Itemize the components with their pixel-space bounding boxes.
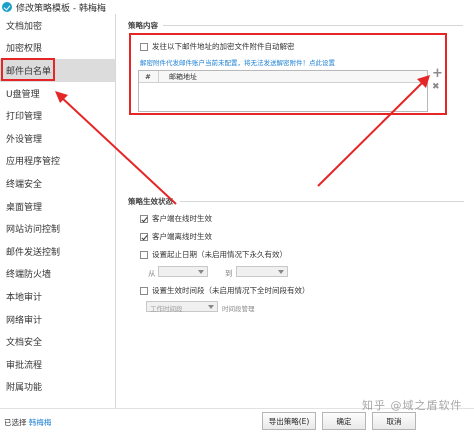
offline-effective-checkbox[interactable]	[140, 232, 148, 241]
sidebar-item-print-management[interactable]: 打印管理	[0, 104, 115, 127]
sidebar-item-label: 终端防火墙	[6, 270, 52, 281]
sidebar-item-label: 文档安全	[6, 338, 43, 349]
selected-user-status: 已选择 韩梅梅	[4, 417, 51, 428]
time-period-manage-link: 时间段管理	[222, 305, 255, 313]
sidebar-item-extra-functions[interactable]: 附属功能	[0, 376, 115, 399]
sidebar-item-label: 终端安全	[6, 179, 43, 190]
online-effective-label: 客户端在线时生效	[152, 214, 212, 223]
sidebar-item-desktop-management[interactable]: 桌面管理	[0, 195, 115, 218]
section-divider	[163, 25, 463, 26]
sidebar-item-label: 加密权限	[6, 44, 43, 55]
time-range-checkbox[interactable]	[140, 286, 148, 295]
sidebar-item-usb-management[interactable]: U盘管理	[0, 82, 115, 105]
start-date-select	[158, 266, 208, 277]
end-date-select	[236, 266, 288, 277]
sidebar-item-network-audit[interactable]: 网络审计	[0, 308, 115, 331]
sidebar-item-label: 附属功能	[6, 383, 43, 394]
title-bar: 修改策略模板 - 韩梅梅	[0, 0, 474, 14]
online-effective-option[interactable]: 客户端在线时生效	[140, 213, 212, 224]
sidebar-item-firewall[interactable]: 终端防火墙	[0, 263, 115, 286]
sidebar-item-label: 网络审计	[6, 315, 43, 326]
sidebar-item-doc-encrypt[interactable]: 文档加密	[0, 14, 115, 37]
time-period-value: 工作时间段	[150, 305, 183, 313]
online-effective-checkbox[interactable]	[140, 214, 148, 223]
sidebar-item-mail-send-control[interactable]: 邮件发送控制	[0, 240, 115, 263]
sidebar-item-endpoint-security[interactable]: 终端安全	[0, 172, 115, 195]
sidebar-item-label: 邮件发送控制	[6, 247, 61, 258]
watermark: 知乎 @域之盾软件	[362, 399, 463, 412]
sidebar-item-label: 打印管理	[6, 112, 43, 123]
time-period-select: 工作时间段	[146, 301, 218, 313]
sidebar-item-peripheral-management[interactable]: 外设管理	[0, 127, 115, 150]
offline-effective-option[interactable]: 客户端离线时生效	[140, 231, 212, 242]
policy-content-highlight-box	[129, 33, 447, 115]
sidebar-item-label: 文档加密	[6, 21, 43, 32]
cancel-button[interactable]: 取消	[372, 412, 416, 430]
sidebar-item-label: 本地审计	[6, 292, 43, 303]
sidebar-item-local-audit[interactable]: 本地审计	[0, 285, 115, 308]
sidebar-item-website-control[interactable]: 网站访问控制	[0, 217, 115, 240]
selected-user-link[interactable]: 韩梅梅	[29, 418, 52, 427]
sidebar-item-label: 审批流程	[6, 360, 43, 371]
status-prefix: 已选择	[4, 418, 27, 427]
time-range-option[interactable]: 设置生效时间段（未启用情况下全时间段有效）	[140, 285, 310, 296]
policy-content-title: 策略内容	[128, 21, 158, 30]
date-range-label: 设置起止日期（未启用情况下永久有效）	[152, 250, 287, 259]
sidebar-item-doc-security[interactable]: 文档安全	[0, 330, 115, 353]
sidebar-item-label: 网站访问控制	[6, 225, 61, 236]
sidebar-item-label: 桌面管理	[6, 202, 43, 213]
offline-effective-label: 客户端离线时生效	[152, 232, 212, 241]
policy-condition-title: 策略生效状态	[128, 197, 173, 206]
to-label: 到	[225, 269, 233, 278]
app-logo-icon	[2, 2, 12, 12]
export-policy-button[interactable]: 导出策略(E)	[262, 412, 316, 430]
sidebar-item-label: 应用程序管控	[6, 157, 61, 168]
sidebar-item-label: 外设管理	[6, 134, 43, 145]
sidebar-highlight-box	[1, 58, 55, 81]
sidebar-item-app-control[interactable]: 应用程序管控	[0, 150, 115, 173]
from-label: 从	[148, 269, 156, 278]
window-title: 修改策略模板 - 韩梅梅	[16, 3, 106, 14]
sidebar-item-label: U盘管理	[6, 89, 40, 100]
date-range-checkbox[interactable]	[140, 250, 148, 259]
ok-button[interactable]: 确定	[322, 412, 366, 430]
time-range-label: 设置生效时间段（未启用情况下全时间段有效）	[152, 286, 310, 295]
section-divider	[180, 201, 464, 202]
sidebar-item-approval-flow[interactable]: 审批流程	[0, 353, 115, 376]
date-range-option[interactable]: 设置起止日期（未启用情况下永久有效）	[140, 249, 287, 260]
sidebar-item-encrypt-permission[interactable]: 加密权限	[0, 37, 115, 60]
